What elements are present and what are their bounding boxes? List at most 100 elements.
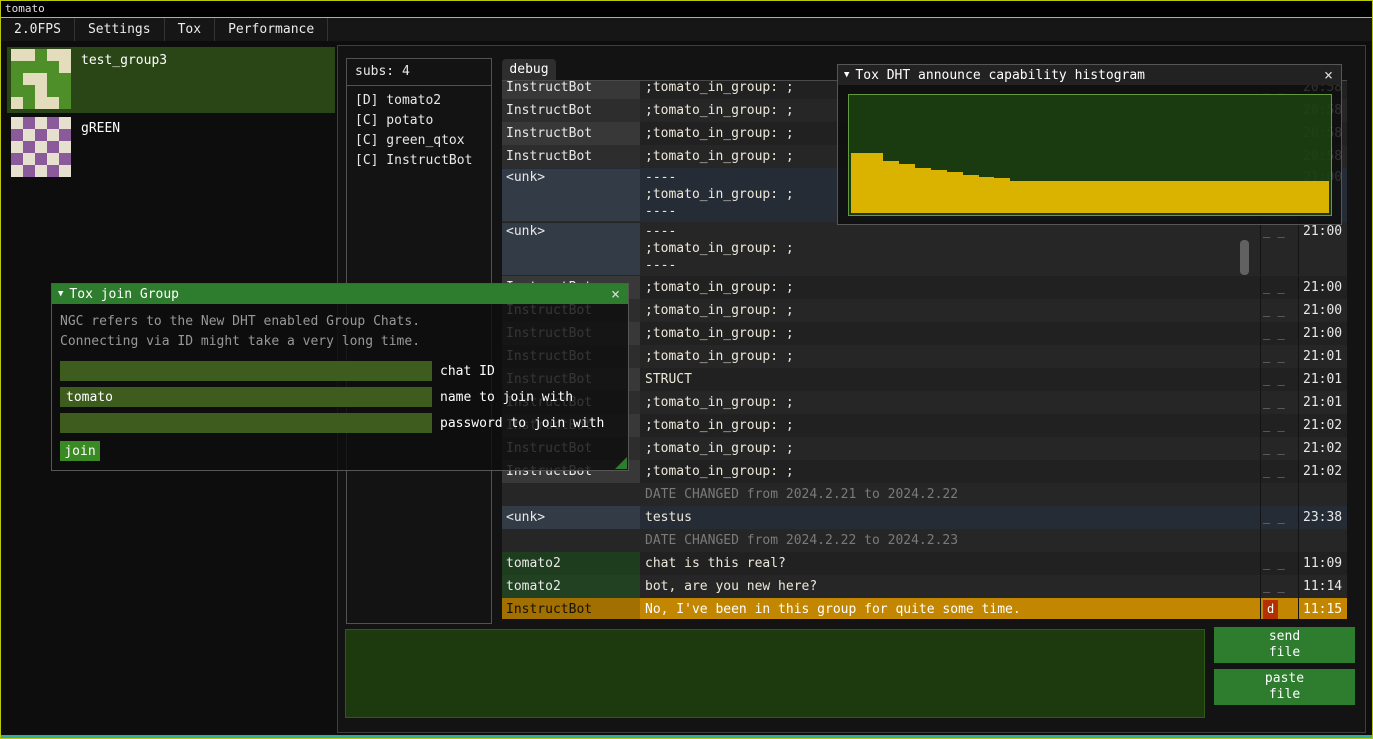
chat-timestamp: 21:00	[1298, 299, 1347, 322]
join-info-line: NGC refers to the New DHT enabled Group …	[60, 312, 620, 332]
chat-row[interactable]: DATE CHANGED from 2024.2.21 to 2024.2.22	[502, 483, 1347, 506]
chat-message: ;tomato_in_group: ;	[640, 299, 1260, 322]
chat-flags: _ _	[1260, 437, 1298, 460]
join-button[interactable]: join	[60, 441, 100, 461]
histogram-bar	[1010, 181, 1026, 213]
menu-item-tox[interactable]: Tox	[165, 18, 215, 41]
chat-message: ;tomato_in_group: ;	[640, 322, 1260, 345]
member-item[interactable]: [D] tomato2	[347, 91, 491, 111]
histogram-bar	[1170, 181, 1186, 213]
join-window-titlebar[interactable]: ▼ Tox join Group ×	[52, 284, 628, 304]
join-window-title: Tox join Group	[69, 287, 603, 302]
chat-timestamp: 21:01	[1298, 391, 1347, 414]
chat-flags	[1260, 529, 1298, 552]
group-list: test_group3 gREEN	[7, 47, 335, 183]
chat-timestamp: 21:00	[1298, 223, 1347, 275]
chat-row[interactable]: DATE CHANGED from 2024.2.22 to 2024.2.23	[502, 529, 1347, 552]
chat-sender	[502, 529, 640, 552]
chat-flags	[1260, 483, 1298, 506]
histogram-bar	[1122, 181, 1138, 213]
member-item[interactable]: [C] potato	[347, 111, 491, 131]
menu-item-settings[interactable]: Settings	[75, 18, 165, 41]
chat-message: ;tomato_in_group: ;	[640, 437, 1260, 460]
close-icon[interactable]: ×	[1322, 66, 1335, 84]
join-field-row: name to join with	[60, 387, 620, 407]
group-name: test_group3	[81, 49, 167, 68]
chat-timestamp: 21:00	[1298, 276, 1347, 299]
chat-message-line: ;tomato_in_group: ;	[645, 276, 1260, 299]
histogram-bar	[1234, 181, 1250, 213]
histogram-bar	[1138, 181, 1154, 213]
chat-sender	[502, 483, 640, 506]
member-item[interactable]: [C] green_qtox	[347, 131, 491, 151]
chat-message: DATE CHANGED from 2024.2.21 to 2024.2.22	[640, 483, 1260, 506]
chat-row[interactable]: <unk>----;tomato_in_group: ;----_ _21:00	[502, 222, 1347, 276]
chat-sender: InstructBot	[502, 80, 640, 99]
join-fields: chat IDname to join withpassword to join…	[60, 361, 620, 433]
collapse-arrow-icon[interactable]: ▼	[58, 289, 63, 299]
histogram-bar	[1154, 181, 1170, 213]
paste-file-button[interactable]: paste file	[1214, 669, 1355, 705]
chat-flags: _ _	[1260, 368, 1298, 391]
group-item-gREEN[interactable]: gREEN	[7, 115, 335, 181]
chat-timestamp: 21:02	[1298, 414, 1347, 437]
delivered-flag: d	[1263, 600, 1278, 619]
chat-message-line: DATE CHANGED from 2024.2.21 to 2024.2.22	[645, 483, 1260, 506]
chat-message-line: chat is this real?	[645, 552, 1260, 575]
histogram-bar	[899, 164, 915, 213]
chat-timestamp: 23:38	[1298, 506, 1347, 529]
group-item-test_group3[interactable]: test_group3	[7, 47, 335, 113]
chat-scrollbar-thumb[interactable]	[1240, 240, 1249, 275]
tab-debug[interactable]: debug	[502, 59, 556, 80]
histogram-window-title: Tox DHT announce capability histogram	[855, 68, 1316, 83]
chat-message: No, I've been in this group for quite so…	[640, 598, 1260, 619]
histogram-bar	[1026, 181, 1042, 213]
histogram-window: ▼ Tox DHT announce capability histogram …	[837, 64, 1342, 225]
histogram-bar	[994, 178, 1010, 213]
chat-timestamp: 11:15	[1298, 598, 1347, 619]
histogram-window-titlebar[interactable]: ▼ Tox DHT announce capability histogram …	[838, 65, 1341, 85]
send-file-button[interactable]: send file	[1214, 627, 1355, 663]
join-field-label: password to join with	[432, 416, 604, 431]
menu-item-performance[interactable]: Performance	[215, 18, 328, 41]
histogram-bar	[1265, 181, 1281, 213]
chat-message-line: ;tomato_in_group: ;	[645, 437, 1260, 460]
join-window-body: NGC refers to the New DHT enabled Group …	[52, 304, 628, 469]
chat-message-line: ----	[645, 257, 1260, 274]
chat-row[interactable]: InstructBotNo, I've been in this group f…	[502, 598, 1347, 619]
chat-message: ;tomato_in_group: ;	[640, 414, 1260, 437]
close-icon[interactable]: ×	[609, 285, 622, 303]
chat-message-line: ;tomato_in_group: ;	[645, 322, 1260, 345]
collapse-arrow-icon[interactable]: ▼	[844, 70, 849, 80]
chat-message: testus	[640, 506, 1260, 529]
chat-row[interactable]: tomato2chat is this real?_ _11:09	[502, 552, 1347, 575]
chat-timestamp: 21:00	[1298, 322, 1347, 345]
window-title: tomato	[5, 2, 45, 15]
chat-message-line: ;tomato_in_group: ;	[645, 299, 1260, 322]
histogram-bar	[915, 168, 931, 213]
join-field-chat-id[interactable]	[60, 361, 432, 381]
chat-flags: _ _	[1260, 223, 1298, 275]
chat-flags: _ _	[1260, 322, 1298, 345]
chat-message-line: No, I've been in this group for quite so…	[645, 598, 1260, 619]
join-field-password[interactable]	[60, 413, 432, 433]
chat-row[interactable]: tomato2bot, are you new here?_ _11:14	[502, 575, 1347, 598]
histogram-bar	[867, 153, 883, 213]
member-item[interactable]: [C] InstructBot	[347, 151, 491, 171]
app-window: tomato 2.0FPS SettingsToxPerformance tes…	[0, 0, 1373, 739]
chat-row[interactable]: <unk>testus_ _23:38	[502, 506, 1347, 529]
message-input[interactable]	[345, 629, 1205, 718]
chat-sender: InstructBot	[502, 598, 640, 619]
histogram-bar	[1106, 181, 1122, 213]
chat-message: ----;tomato_in_group: ;----	[640, 223, 1260, 275]
chat-message: ;tomato_in_group: ;	[640, 391, 1260, 414]
resize-grip[interactable]	[615, 457, 627, 469]
chat-message-line: DATE CHANGED from 2024.2.22 to 2024.2.23	[645, 529, 1260, 552]
join-field-name[interactable]	[60, 387, 432, 407]
histogram-bar	[947, 172, 963, 213]
chat-timestamp: 11:14	[1298, 575, 1347, 598]
chat-sender: InstructBot	[502, 145, 640, 168]
chat-sender: <unk>	[502, 223, 640, 275]
chat-message: DATE CHANGED from 2024.2.22 to 2024.2.23	[640, 529, 1260, 552]
fps-counter: 2.0FPS	[1, 18, 75, 41]
